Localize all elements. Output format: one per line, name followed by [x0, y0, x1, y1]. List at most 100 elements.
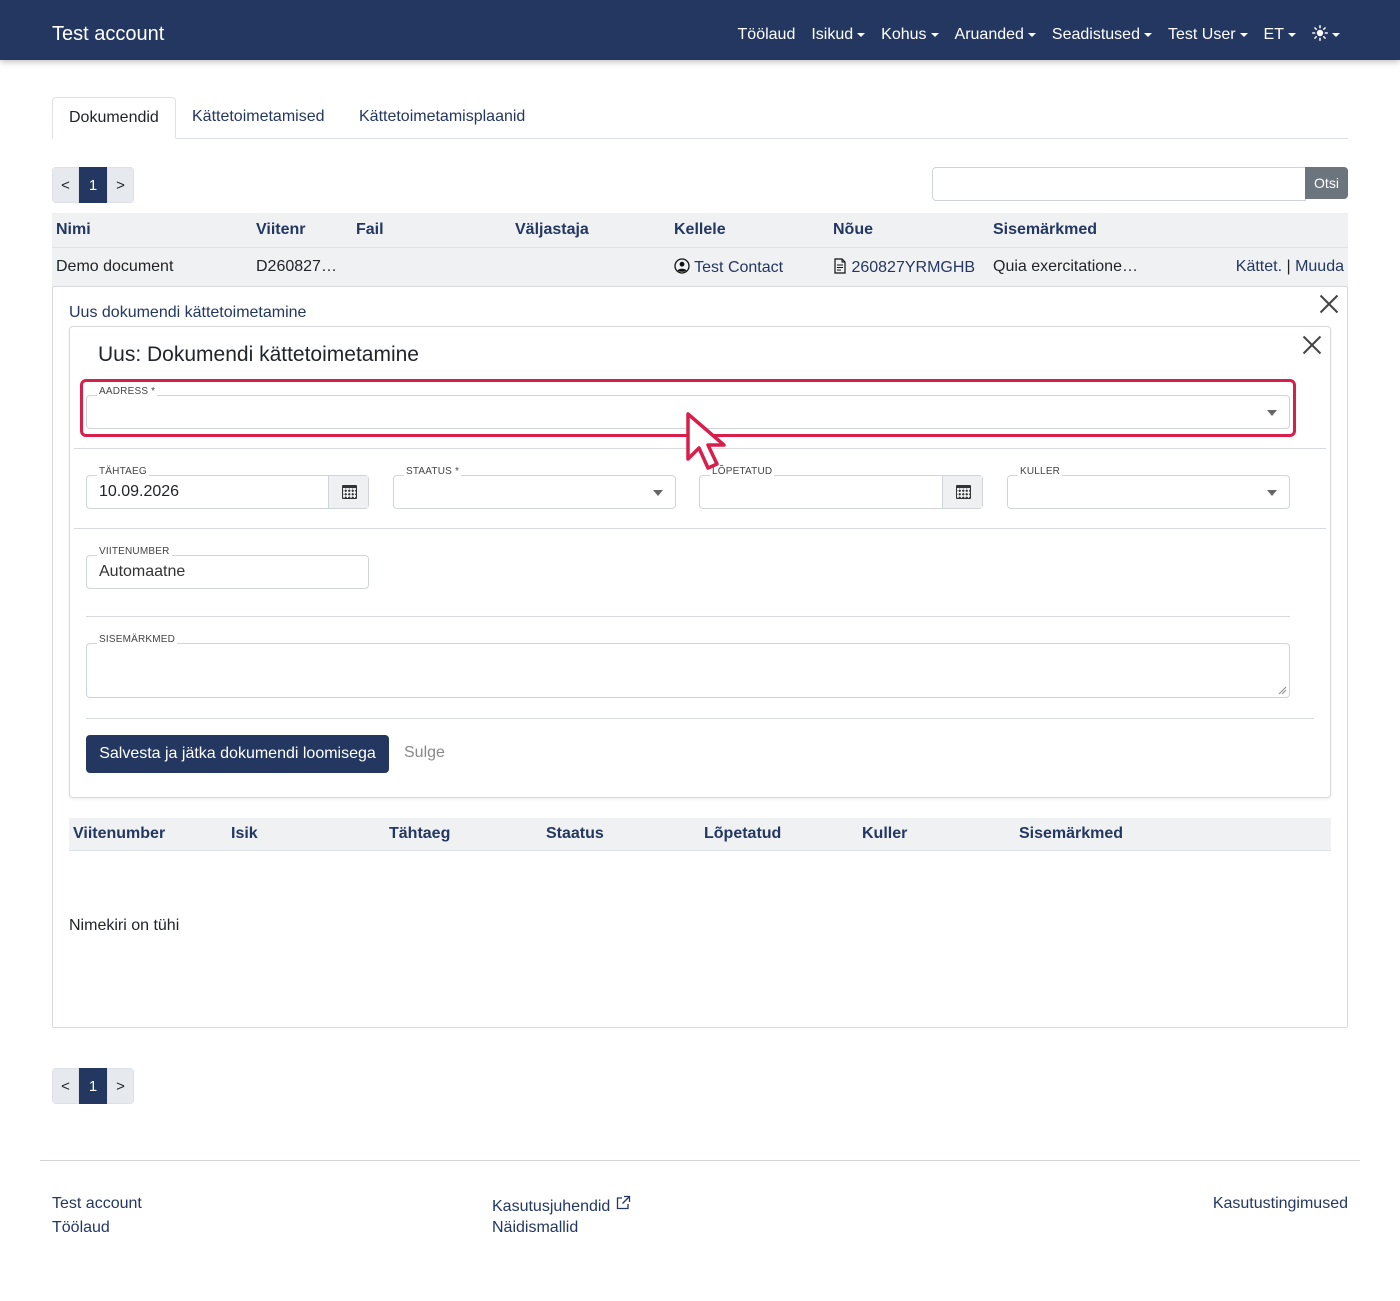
- search-button[interactable]: Otsi: [1305, 167, 1348, 199]
- recipient-label: Test Contact: [694, 259, 784, 276]
- document-icon: [834, 258, 846, 274]
- theme-toggle[interactable]: [1312, 24, 1340, 46]
- row-notes: Quia exercitatione…: [993, 258, 1138, 275]
- column-header[interactable]: Fail: [356, 221, 384, 239]
- finished-input[interactable]: [699, 475, 983, 509]
- column-header[interactable]: Nimi: [56, 221, 91, 239]
- divider: [86, 616, 1290, 617]
- nav-label: Seadistused: [1051, 26, 1140, 43]
- dropdown-arrow-icon: [653, 490, 663, 496]
- claim-link[interactable]: 260827YRMGHB: [833, 258, 975, 277]
- brand-title[interactable]: Test account: [52, 21, 164, 47]
- document-ref: D260827…: [256, 258, 337, 275]
- column-header[interactable]: Lõpetatud: [704, 825, 781, 843]
- caret-down-icon: [1288, 32, 1296, 37]
- row-actions: Kättet. | Muuda: [1236, 258, 1344, 276]
- nav-label: ET: [1263, 26, 1284, 43]
- footer-link-terms[interactable]: Kasutustingimused: [1213, 1195, 1348, 1213]
- pager-page-button[interactable]: 1: [79, 1068, 107, 1104]
- footer-link-label: Kasutusjuhendid: [492, 1198, 611, 1215]
- column-header[interactable]: Sisemärkmed: [993, 221, 1097, 239]
- nav-item-user[interactable]: Test User: [1168, 24, 1248, 46]
- reference-number-field[interactable]: Automaatne: [86, 555, 369, 589]
- pager-prev-button[interactable]: <: [52, 167, 79, 203]
- external-link-icon: [616, 1195, 630, 1210]
- nav-label: Aruanded: [954, 26, 1024, 43]
- status-select[interactable]: [393, 475, 676, 509]
- column-header[interactable]: Kuller: [862, 825, 907, 843]
- column-header[interactable]: Viitenr: [256, 221, 306, 239]
- column-header[interactable]: Väljastaja: [515, 221, 589, 239]
- nav-item-aruanded[interactable]: Aruanded: [955, 24, 1036, 46]
- search-input[interactable]: [932, 167, 1306, 201]
- caret-down-icon: [1027, 32, 1036, 37]
- column-header[interactable]: Kellele: [674, 221, 726, 239]
- calendar-icon: [956, 485, 971, 499]
- status-label: STAATUS *: [404, 466, 462, 477]
- nav-item-seadistused[interactable]: Seadistused: [1052, 24, 1152, 46]
- divider: [86, 718, 1314, 719]
- pager-next-button[interactable]: >: [107, 1068, 134, 1104]
- caret-down-icon: [1143, 32, 1152, 37]
- deliveries-table-header: Viitenumber Isik Tähtaeg Staatus Lõpetat…: [69, 818, 1331, 851]
- tab-kattetoimetamisplaanid[interactable]: Kättetoimetamisplaanid: [343, 97, 541, 139]
- nav-menu: Töölaud Isikud Kohus Aruanded Seadistuse…: [738, 24, 1340, 46]
- finished-calendar-button[interactable]: [942, 476, 982, 508]
- nav-item-kohus[interactable]: Kohus: [881, 24, 939, 46]
- pager-page-button[interactable]: 1: [79, 167, 107, 203]
- action-separator: |: [1286, 258, 1291, 275]
- resize-handle-icon[interactable]: [1277, 685, 1287, 695]
- courier-select[interactable]: [1007, 475, 1290, 509]
- save-and-continue-button[interactable]: Salvesta ja jätka dokumendi loomisega: [86, 735, 389, 773]
- tab-bar: Dokumendid Kättetoimetamised Kättetoimet…: [52, 97, 1348, 139]
- document-name: Demo document: [56, 258, 174, 275]
- calendar-icon: [342, 485, 357, 499]
- panel-close-icon[interactable]: [1319, 294, 1339, 314]
- nav-label: Töölaud: [737, 26, 796, 43]
- empty-list-message: Nimekiri on tühi: [69, 917, 180, 934]
- column-header[interactable]: Staatus: [546, 825, 604, 843]
- footer-link-account[interactable]: Test account: [52, 1195, 142, 1213]
- courier-label: KULLER: [1018, 466, 1063, 477]
- nav-item-isikud[interactable]: Isikud: [811, 24, 866, 46]
- column-header[interactable]: Sisemärkmed: [1019, 825, 1123, 843]
- caret-down-icon: [857, 32, 866, 37]
- column-header[interactable]: Isik: [231, 825, 258, 843]
- recipient-link[interactable]: Test Contact: [674, 258, 783, 277]
- internal-notes-label: SISEMÄRKMED: [97, 634, 178, 645]
- nav-item-language[interactable]: ET: [1264, 24, 1296, 46]
- dropdown-arrow-icon: [1267, 490, 1277, 496]
- deadline-calendar-button[interactable]: [328, 476, 368, 508]
- nav-label: Test User: [1167, 26, 1236, 43]
- close-form-button[interactable]: Sulge: [404, 744, 445, 762]
- reference-number-label: VIITENUMBER: [97, 546, 172, 557]
- claim-label: 260827YRMGHB: [851, 259, 976, 276]
- pagination-top: < 1 >: [52, 167, 134, 203]
- new-delivery-link[interactable]: Uus dokumendi kättetoimetamine: [69, 304, 306, 322]
- mouse-cursor-icon: [686, 412, 726, 470]
- pager-next-button[interactable]: >: [107, 167, 134, 203]
- tab-kattetoimetamised[interactable]: Kättetoimetamised: [176, 97, 341, 139]
- nav-label: Isikud: [811, 26, 854, 43]
- deliver-link[interactable]: Kättet.: [1236, 258, 1282, 275]
- footer-link-templates[interactable]: Näidismallid: [492, 1219, 578, 1237]
- form-close-icon[interactable]: [1302, 335, 1322, 355]
- table-row[interactable]: Demo document D260827… Test Contact 2608…: [52, 248, 1348, 286]
- form-title: Uus: Dokumendi kättetoimetamine: [98, 343, 419, 366]
- deadline-input[interactable]: 10.09.2026: [86, 475, 369, 509]
- nav-label: Kohus: [881, 26, 927, 43]
- documents-table-header: Nimi Viitenr Fail Väljastaja Kellele Nõu…: [52, 213, 1348, 248]
- deadline-label: TÄHTAEG: [97, 466, 149, 477]
- column-header[interactable]: Viitenumber: [73, 825, 165, 843]
- footer-link-toolaud[interactable]: Töölaud: [52, 1219, 110, 1237]
- internal-notes-textarea[interactable]: [86, 643, 1290, 698]
- pagination-bottom: < 1 >: [52, 1068, 134, 1104]
- edit-link[interactable]: Muuda: [1295, 258, 1344, 275]
- column-header[interactable]: Nõue: [833, 221, 873, 239]
- footer-link-manuals[interactable]: Kasutusjuhendid: [492, 1195, 631, 1216]
- pager-prev-button[interactable]: <: [52, 1068, 79, 1104]
- tab-dokumendid[interactable]: Dokumendid: [52, 97, 176, 139]
- column-header[interactable]: Tähtaeg: [389, 825, 450, 843]
- nav-item-toolaud[interactable]: Töölaud: [738, 24, 796, 46]
- footer-divider: [40, 1160, 1360, 1161]
